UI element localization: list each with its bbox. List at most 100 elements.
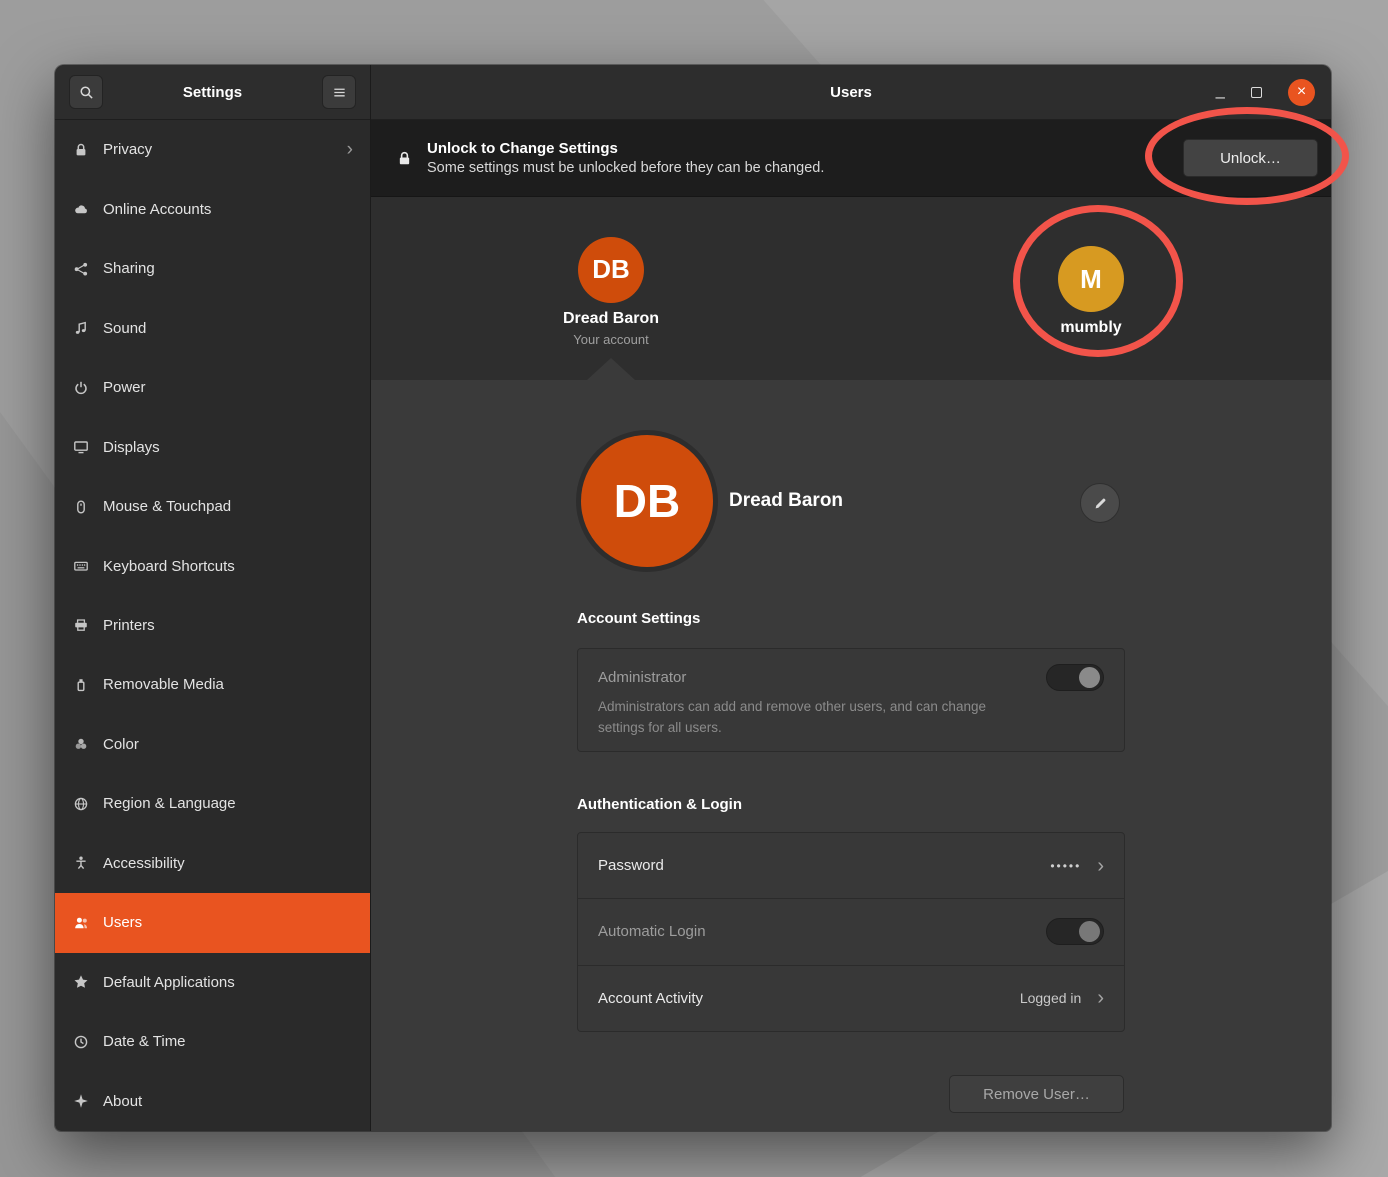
lock-icon — [72, 141, 89, 158]
sparkle-icon — [72, 1093, 89, 1110]
user-subtitle: Your account — [573, 332, 648, 347]
sidebar-item-region-language[interactable]: Region & Language — [55, 774, 370, 833]
settings-window: Settings Privacy › Online Accounts — [55, 65, 1331, 1131]
user-tile-dread-baron[interactable]: DB Dread Baron Your account — [563, 231, 659, 347]
sidebar-item-mouse-touchpad[interactable]: Mouse & Touchpad — [55, 477, 370, 536]
main-pane: Users – × Unlock to Change Settings Some… — [371, 65, 1331, 1131]
display-icon — [72, 439, 89, 456]
sidebar-item-removable-media[interactable]: Removable Media — [55, 655, 370, 714]
password-dots: ••••• — [1050, 859, 1081, 873]
search-button[interactable] — [69, 75, 103, 109]
sidebar-item-printers[interactable]: Printers — [55, 596, 370, 655]
sidebar-item-privacy[interactable]: Privacy › — [55, 120, 370, 179]
profile-avatar: DB — [581, 435, 713, 567]
sidebar-item-label: Mouse & Touchpad — [103, 498, 231, 515]
music-note-icon — [72, 320, 89, 337]
sidebar: Settings Privacy › Online Accounts — [55, 65, 371, 1131]
user-switcher-slot: DB Dread Baron Your account — [371, 197, 851, 380]
maximize-button[interactable] — [1251, 87, 1262, 98]
sidebar-item-sharing[interactable]: Sharing — [55, 239, 370, 298]
sidebar-item-label: Printers — [103, 617, 155, 634]
lock-icon — [396, 150, 413, 167]
administrator-frame: Administrator Administrators can add and… — [577, 648, 1125, 752]
sidebar-item-label: Removable Media — [103, 676, 224, 693]
user-detail-panel: DB Dread Baron Account Settings Administ… — [371, 380, 1331, 1131]
automatic-login-row: Automatic Login — [578, 899, 1124, 965]
unlock-banner-subtitle: Some settings must be unlocked before th… — [427, 160, 824, 176]
account-activity-label: Account Activity — [598, 990, 703, 1007]
color-icon — [72, 736, 89, 753]
sidebar-item-label: Color — [103, 736, 139, 753]
automatic-login-toggle[interactable] — [1046, 918, 1104, 945]
avatar-initials: DB — [592, 254, 630, 285]
sidebar-item-default-applications[interactable]: Default Applications — [55, 953, 370, 1012]
sidebar-item-sound[interactable]: Sound — [55, 298, 370, 357]
sidebar-header: Settings — [55, 65, 370, 120]
sidebar-item-displays[interactable]: Displays — [55, 417, 370, 476]
sidebar-item-label: Keyboard Shortcuts — [103, 558, 235, 575]
hamburger-icon — [332, 85, 347, 100]
avatar-initials: DB — [614, 474, 680, 528]
sidebar-item-color[interactable]: Color — [55, 715, 370, 774]
sidebar-item-online-accounts[interactable]: Online Accounts — [55, 179, 370, 238]
desktop-background: Settings Privacy › Online Accounts — [0, 0, 1388, 1177]
toggle-knob — [1079, 667, 1100, 688]
selected-user-pointer — [587, 358, 635, 380]
star-icon — [72, 974, 89, 991]
sidebar-item-label: Sound — [103, 320, 146, 337]
sidebar-list: Privacy › Online Accounts Sharing Sound — [55, 120, 370, 1131]
profile-name: Dread Baron — [729, 490, 843, 512]
unlock-banner: Unlock to Change Settings Some settings … — [371, 120, 1331, 197]
authentication-frame: Password ••••• › Automatic Login Acco — [577, 832, 1125, 1032]
sidebar-item-label: Sharing — [103, 260, 155, 277]
user-name: mumbly — [1060, 319, 1121, 337]
avatar-initials: M — [1080, 264, 1102, 295]
sidebar-item-keyboard-shortcuts[interactable]: Keyboard Shortcuts — [55, 536, 370, 595]
user-switcher-slot: M mumbly — [851, 197, 1331, 380]
sidebar-item-date-time[interactable]: Date & Time — [55, 1012, 370, 1071]
search-icon — [79, 85, 94, 100]
edit-name-button[interactable] — [1080, 483, 1120, 523]
avatar: M — [1058, 246, 1124, 312]
printer-icon — [72, 617, 89, 634]
power-icon — [72, 379, 89, 396]
authentication-heading: Authentication & Login — [577, 796, 742, 813]
remove-user-button[interactable]: Remove User… — [949, 1075, 1124, 1113]
sidebar-item-label: Accessibility — [103, 855, 185, 872]
unlock-banner-text: Unlock to Change Settings Some settings … — [427, 140, 824, 176]
menu-button[interactable] — [322, 75, 356, 109]
headerbar: Users – × — [371, 65, 1331, 120]
sidebar-item-about[interactable]: About — [55, 1072, 370, 1131]
sidebar-item-label: Region & Language — [103, 795, 236, 812]
pencil-icon — [1093, 496, 1108, 511]
sidebar-item-label: Power — [103, 379, 146, 396]
sidebar-item-users[interactable]: Users — [55, 893, 370, 952]
unlock-button[interactable]: Unlock… — [1183, 139, 1318, 177]
globe-icon — [72, 795, 89, 812]
account-activity-value: Logged in — [1020, 990, 1082, 1006]
accessibility-icon — [72, 855, 89, 872]
sidebar-item-power[interactable]: Power — [55, 358, 370, 417]
user-tile-mumbly[interactable]: M mumbly — [1058, 240, 1124, 337]
removable-media-icon — [72, 676, 89, 693]
clock-icon — [72, 1033, 89, 1050]
administrator-row: Administrator — [598, 664, 1104, 691]
account-settings-heading: Account Settings — [577, 610, 700, 627]
automatic-login-label: Automatic Login — [598, 923, 706, 940]
sidebar-item-label: Privacy — [103, 141, 152, 158]
sidebar-item-label: About — [103, 1093, 142, 1110]
minimize-button[interactable]: – — [1216, 80, 1225, 105]
avatar: DB — [578, 237, 644, 303]
password-row[interactable]: Password ••••• › — [578, 833, 1124, 899]
chevron-right-icon: › — [1097, 988, 1104, 1008]
toggle-knob — [1079, 921, 1100, 942]
account-activity-row[interactable]: Account Activity Logged in › — [578, 966, 1124, 1031]
close-button[interactable]: × — [1288, 79, 1315, 106]
administrator-toggle[interactable] — [1046, 664, 1104, 691]
sidebar-item-accessibility[interactable]: Accessibility — [55, 834, 370, 893]
keyboard-icon — [72, 558, 89, 575]
user-name: Dread Baron — [563, 310, 659, 328]
users-icon — [72, 914, 89, 931]
sidebar-item-label: Online Accounts — [103, 201, 211, 218]
password-label: Password — [598, 857, 664, 874]
